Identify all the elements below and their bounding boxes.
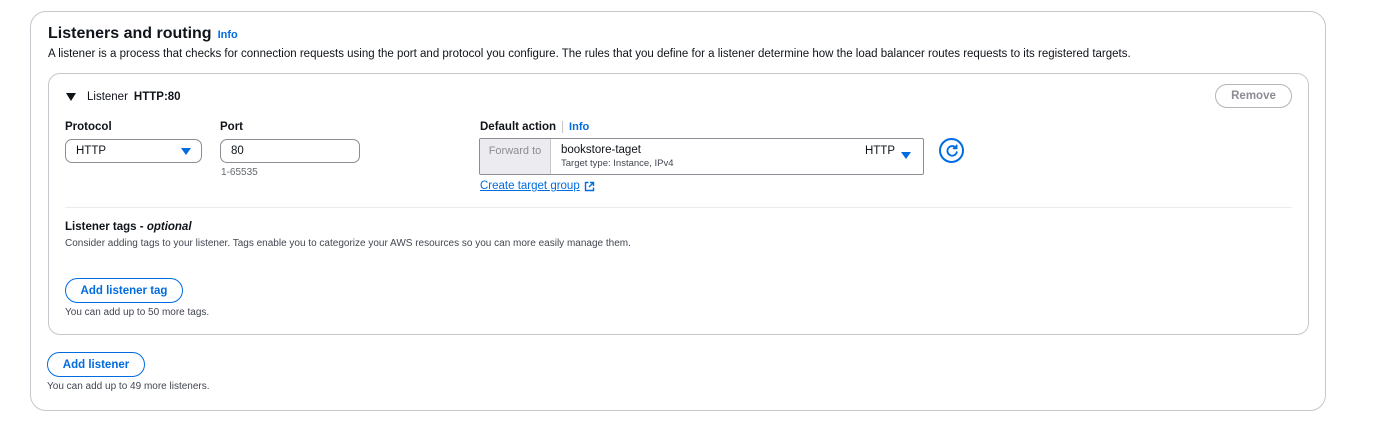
protocol-label: Protocol bbox=[65, 121, 112, 133]
remove-listener-button[interactable]: Remove bbox=[1215, 84, 1292, 108]
default-action-info-link[interactable]: Info bbox=[569, 121, 589, 133]
divider bbox=[65, 207, 1292, 208]
add-listener-tag-button[interactable]: Add listener tag bbox=[65, 278, 183, 303]
forward-to-label: Forward to bbox=[480, 139, 551, 174]
listener-tags-title: Listener tags - optional bbox=[65, 221, 192, 233]
listener-label: Listener bbox=[87, 91, 128, 103]
default-action-label: Default action bbox=[480, 121, 557, 133]
external-link-icon bbox=[584, 181, 594, 191]
port-label: Port bbox=[220, 121, 243, 133]
port-value: 80 bbox=[231, 145, 244, 157]
port-hint: 1-65535 bbox=[221, 167, 258, 178]
refresh-button[interactable] bbox=[939, 138, 964, 163]
listener-tags-optional: optional bbox=[146, 221, 192, 233]
listener-tags-description: Consider adding tags to your listener. T… bbox=[65, 238, 631, 249]
separator bbox=[562, 121, 564, 133]
refresh-icon bbox=[946, 144, 958, 156]
target-group-name: bookstore-taget bbox=[561, 144, 641, 156]
listener-value: HTTP:80 bbox=[133, 91, 181, 103]
triangle-down-icon bbox=[901, 152, 911, 159]
listeners-routing-panel: Listeners and routing Info A listener is… bbox=[30, 11, 1326, 411]
listener-tags-hint: You can add up to 50 more tags. bbox=[65, 307, 210, 318]
triangle-down-icon bbox=[181, 147, 191, 155]
section-title: Listeners and routing bbox=[48, 25, 212, 42]
create-target-group-label: Create target group bbox=[480, 180, 580, 192]
listener-header[interactable]: Listener HTTP:80 bbox=[66, 91, 181, 103]
listener-tags-title-main: Listener tags bbox=[65, 221, 137, 233]
caret-down-icon[interactable] bbox=[66, 93, 76, 101]
section-info-link[interactable]: Info bbox=[218, 29, 238, 41]
listener-card: Listener HTTP:80 Remove Protocol HTTP Po… bbox=[48, 73, 1309, 335]
target-protocol: HTTP bbox=[864, 145, 895, 157]
add-listener-hint: You can add up to 49 more listeners. bbox=[47, 381, 210, 392]
default-action-header: Default action Info bbox=[480, 121, 589, 133]
target-group-option[interactable]: bookstore-taget Target type: Instance, I… bbox=[551, 139, 923, 174]
protocol-value: HTTP bbox=[76, 145, 107, 157]
port-input[interactable]: 80 bbox=[220, 139, 360, 163]
target-type-text: Target type: Instance, IPv4 bbox=[561, 158, 674, 169]
section-description: A listener is a process that checks for … bbox=[48, 48, 1131, 60]
add-listener-button[interactable]: Add listener bbox=[47, 352, 145, 377]
create-target-group-link[interactable]: Create target group bbox=[480, 180, 595, 192]
target-group-select[interactable]: Forward to bookstore-taget Target type: … bbox=[479, 138, 924, 175]
section-header: Listeners and routing Info bbox=[48, 25, 238, 43]
protocol-select[interactable]: HTTP bbox=[65, 139, 202, 163]
